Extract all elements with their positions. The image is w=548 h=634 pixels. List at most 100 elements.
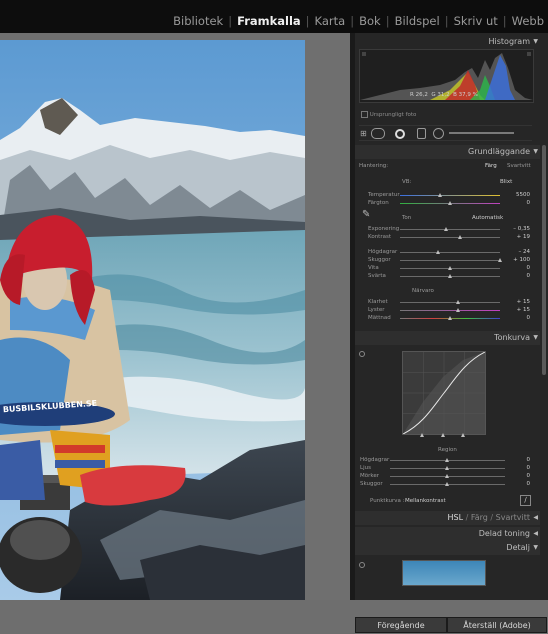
vibrance-value[interactable]: + 15 [500, 307, 530, 313]
contrast-thumb[interactable] [458, 235, 462, 239]
contrast-slider[interactable] [400, 237, 500, 238]
vibrance-label: Lyster [368, 307, 385, 313]
temperature-value[interactable]: 5500 [500, 192, 530, 198]
tonecurve-title: Tonkurva [494, 333, 530, 342]
temperature-thumb[interactable] [438, 193, 442, 197]
point-curve-select[interactable]: Mellankontrast [405, 498, 446, 504]
target-adjust-icon[interactable] [359, 351, 365, 357]
highlights-value[interactable]: – 24 [500, 249, 531, 255]
collapse-detail-icon[interactable]: ▼ [533, 541, 538, 555]
saturation-value[interactable]: 0 [500, 315, 531, 321]
collapse-histogram-icon[interactable]: ▼ [533, 35, 538, 49]
curve-lights-value[interactable]: 0 [500, 465, 531, 471]
blacks-thumb[interactable] [448, 274, 452, 278]
histogram-header[interactable]: Histogram ▼ [355, 35, 540, 49]
detail-header[interactable]: Detalj ▼ [355, 541, 540, 555]
image-canvas: BUSBILSKLUBBEN.SE [0, 33, 350, 600]
module-web[interactable]: Webb [508, 14, 548, 28]
curve-darks-value[interactable]: 0 [500, 473, 531, 479]
tint-value[interactable]: 0 [500, 200, 531, 206]
highlights-slider[interactable] [400, 252, 500, 253]
spot-removal-icon[interactable] [395, 129, 405, 139]
red-eye-icon[interactable] [417, 128, 426, 139]
point-curve-edit-icon[interactable]: ∕ [520, 495, 531, 506]
curve-shadows-label: Skuggor [360, 481, 383, 487]
wb-preset-select[interactable]: Blixt [500, 179, 512, 185]
exposure-value[interactable]: – 0,35 [500, 226, 530, 232]
treatment-bw-button[interactable]: Svartvitt [507, 163, 531, 169]
clarity-thumb[interactable] [456, 300, 460, 304]
hsl-tab[interactable]: HSL [447, 513, 463, 522]
split-toning-header[interactable]: Delad toning ◀ [355, 527, 540, 541]
exposure-slider[interactable] [400, 229, 500, 230]
detail-target-icon[interactable] [359, 562, 365, 568]
curve-shadows-value[interactable]: 0 [500, 481, 531, 487]
panel-scrollbar[interactable] [542, 145, 546, 375]
curve-darks-label: Mörker [360, 473, 380, 479]
exposure-thumb[interactable] [444, 227, 448, 231]
clarity-slider[interactable] [400, 302, 500, 303]
tonecurve-header[interactable]: Tonkurva ▼ [355, 331, 540, 345]
saturation-label: Mättnad [368, 315, 391, 321]
module-develop[interactable]: Framkalla [233, 14, 305, 28]
whites-label: Vita [368, 265, 379, 271]
exposure-label: Exponering [368, 226, 400, 232]
grid-icon[interactable]: ⊞ [360, 129, 367, 138]
clarity-value[interactable]: + 15 [500, 299, 530, 305]
color-tab[interactable]: Färg [471, 513, 488, 522]
temperature-label: Temperatur [368, 192, 400, 198]
module-print[interactable]: Skriv ut [450, 14, 502, 28]
bw-tab[interactable]: Svartvitt [496, 513, 530, 522]
whites-value[interactable]: 0 [500, 265, 531, 271]
whites-thumb[interactable] [448, 266, 452, 270]
curve-highlights-thumb[interactable] [445, 458, 449, 462]
module-book[interactable]: Bok [355, 14, 385, 28]
region-label: Region [438, 447, 457, 453]
blacks-value[interactable]: 0 [500, 273, 531, 279]
module-bar: Bibliotek | Framkalla | Karta | Bok | Bildsp… [0, 0, 548, 33]
highlights-thumb[interactable] [436, 250, 440, 254]
curve-highlights-label: Högdagrar [360, 457, 390, 463]
shadows-slider[interactable] [400, 260, 500, 261]
expand-hsl-icon[interactable]: ◀ [533, 511, 538, 525]
curve-lights-thumb[interactable] [445, 466, 449, 470]
histogram-title: Histogram [488, 37, 531, 46]
saturation-thumb[interactable] [448, 316, 452, 320]
temperature-slider[interactable] [400, 195, 500, 196]
photo-preview[interactable]: BUSBILSKLUBBEN.SE [0, 40, 305, 600]
previous-button[interactable]: Föregående [355, 617, 447, 633]
eyedropper-icon[interactable]: ✎ [362, 209, 370, 220]
tool-strip: ⊞ [359, 125, 532, 141]
crop-icon[interactable] [371, 128, 385, 139]
curve-shadows-thumb[interactable] [445, 482, 449, 486]
reset-button[interactable]: Återställ (Adobe) [447, 617, 547, 633]
basic-title: Grundläggande [468, 147, 530, 156]
curve-highlights-value[interactable]: 0 [500, 457, 531, 463]
curve-split-thumbs[interactable] [402, 433, 484, 438]
treatment-color-button[interactable]: Färg [485, 163, 497, 169]
detail-preview[interactable] [402, 560, 486, 586]
shadows-value[interactable]: + 100 [500, 257, 530, 263]
contrast-value[interactable]: + 19 [500, 234, 530, 240]
module-picker: Bibliotek | Framkalla | Karta | Bok | Bildsp… [169, 14, 548, 28]
blacks-label: Svärta [368, 273, 386, 279]
highlights-label: Högdagrar [368, 249, 398, 255]
tint-thumb[interactable] [448, 201, 452, 205]
tone-curve-graph[interactable] [402, 351, 486, 435]
original-photo-checkbox[interactable]: Ursprungligt foto [361, 111, 416, 118]
vibrance-slider[interactable] [400, 310, 500, 311]
tone-curve-svg [402, 351, 486, 435]
basic-header[interactable]: Grundläggande ▼ [355, 145, 540, 159]
module-slideshow[interactable]: Bildspel [391, 14, 444, 28]
vibrance-thumb[interactable] [456, 308, 460, 312]
brush-icon[interactable] [449, 132, 514, 134]
hsl-header[interactable]: HSL / Färg / Svartvitt ◀ [355, 511, 540, 525]
curve-darks-thumb[interactable] [445, 474, 449, 478]
graduated-filter-icon[interactable] [433, 128, 444, 139]
collapse-basic-icon[interactable]: ▼ [533, 145, 538, 159]
module-map[interactable]: Karta [311, 14, 350, 28]
auto-tone-button[interactable]: Automatisk [472, 215, 503, 221]
expand-split-toning-icon[interactable]: ◀ [533, 527, 538, 541]
collapse-tonecurve-icon[interactable]: ▼ [533, 331, 538, 345]
module-library[interactable]: Bibliotek [169, 14, 227, 28]
